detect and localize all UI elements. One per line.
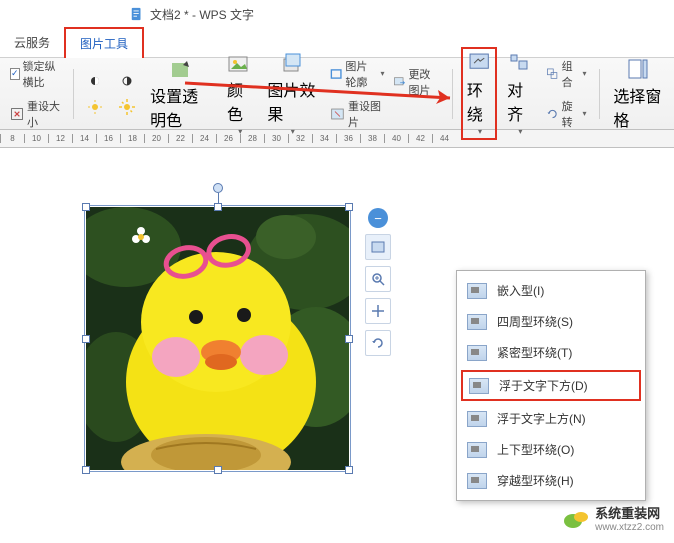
resize-handle-tr[interactable] (345, 203, 353, 211)
group-button[interactable]: 组合▾ (542, 56, 591, 92)
menu-item-behind-text[interactable]: 浮于文字下方(D) (461, 370, 641, 401)
checkbox-icon: ✓ (10, 68, 20, 80)
rotate-float-button[interactable] (365, 330, 391, 356)
picture-outline-button[interactable]: 图片轮廓▾ (326, 56, 388, 92)
menu-item-inline[interactable]: 嵌入型(I) (457, 275, 645, 306)
reset-picture-button[interactable]: 重设图片 (326, 96, 388, 132)
set-transparency-button[interactable]: 设置透明色 (144, 53, 217, 135)
contrast-icon[interactable] (114, 70, 140, 92)
resize-handle-r[interactable] (345, 335, 353, 343)
bright-icon[interactable] (114, 96, 140, 118)
group-icon (546, 65, 559, 83)
tight-icon (467, 345, 487, 361)
watermark-icon (563, 507, 589, 529)
zoom-float-button[interactable] (365, 266, 391, 292)
title-bar: 文档2 * - WPS 文字 (0, 0, 674, 28)
topbottom-icon (467, 442, 487, 458)
reset-size-button[interactable]: 重设大小 (6, 96, 65, 132)
ribbon: ✓ 锁定纵横比 重设大小 设置透明色 颜色▾ 图片 (0, 58, 674, 130)
resize-handle-l[interactable] (82, 335, 90, 343)
wrap-icon (467, 51, 491, 75)
reset-picture-icon (330, 105, 345, 123)
square-icon (467, 314, 487, 330)
dim-icon[interactable] (82, 96, 108, 118)
ruler: 8 10 12 14 16 18 20 22 24 26 28 30 32 34… (0, 130, 674, 148)
selection-pane-icon (626, 57, 650, 81)
lock-ratio-checkbox[interactable]: ✓ 锁定纵横比 (6, 56, 65, 92)
tab-cloud-services[interactable]: 云服务 (0, 28, 64, 57)
effects-icon (280, 51, 304, 75)
inline-icon (467, 283, 487, 299)
menu-item-topbottom[interactable]: 上下型环绕(O) (457, 434, 645, 465)
change-picture-button[interactable]: 更改图片 (389, 64, 445, 100)
wrap-button[interactable]: 环绕▾ (461, 47, 497, 140)
brightness-icon[interactable] (82, 70, 108, 92)
outline-icon (330, 65, 342, 83)
color-icon (227, 51, 251, 75)
rotation-handle[interactable] (213, 183, 223, 193)
infront-icon (467, 411, 487, 427)
layout-float-button[interactable] (365, 234, 391, 260)
watermark-title: 系统重装网 (595, 506, 660, 521)
change-icon (393, 73, 406, 91)
menu-item-infront-text[interactable]: 浮于文字上方(N) (457, 403, 645, 434)
through-icon (467, 473, 487, 489)
resize-handle-bl[interactable] (82, 466, 90, 474)
watermark-url: www.xtzz2.com (595, 522, 664, 533)
tab-picture-tools[interactable]: 图片工具 (64, 27, 144, 58)
rotate-icon (546, 105, 559, 123)
wrap-dropdown-menu: 嵌入型(I) 四周型环绕(S) 紧密型环绕(T) 浮于文字下方(D) 浮于文字上… (456, 270, 646, 501)
menu-item-tight[interactable]: 紧密型环绕(T) (457, 337, 645, 368)
transparency-icon (169, 57, 193, 81)
doc-icon (130, 7, 150, 21)
reset-size-icon (10, 105, 24, 123)
resize-handle-br[interactable] (345, 466, 353, 474)
tab-bar: 云服务 图片工具 (0, 28, 674, 58)
resize-handle-b[interactable] (214, 466, 222, 474)
align-icon (507, 51, 531, 75)
behind-icon (469, 378, 489, 394)
selection-pane-button[interactable]: 选择窗格 (607, 53, 668, 135)
crop-float-button[interactable] (365, 298, 391, 324)
menu-item-through[interactable]: 穿越型环绕(H) (457, 465, 645, 496)
resize-handle-tl[interactable] (82, 203, 90, 211)
ruler-tick: 8 (0, 134, 24, 143)
image-float-toolbar: − (365, 208, 391, 356)
menu-item-square[interactable]: 四周型环绕(S) (457, 306, 645, 337)
rotate-button[interactable]: 旋转▾ (542, 96, 591, 132)
selection-border (84, 205, 351, 472)
align-button[interactable]: 对齐▾ (501, 47, 537, 140)
watermark: 系统重装网 www.xtzz2.com (563, 503, 664, 533)
resize-handle-t[interactable] (214, 203, 222, 211)
picture-effects-button[interactable]: 图片效果▾ (261, 47, 322, 140)
window-title: 文档2 * - WPS 文字 (150, 6, 254, 23)
color-button[interactable]: 颜色▾ (221, 47, 257, 140)
document-canvas[interactable]: − 嵌入型(I) 四周型环绕(S) 紧密型环绕(T) 浮于文字下方 (0, 148, 674, 543)
close-float-button[interactable]: − (368, 208, 388, 228)
selected-image[interactable] (86, 207, 349, 470)
